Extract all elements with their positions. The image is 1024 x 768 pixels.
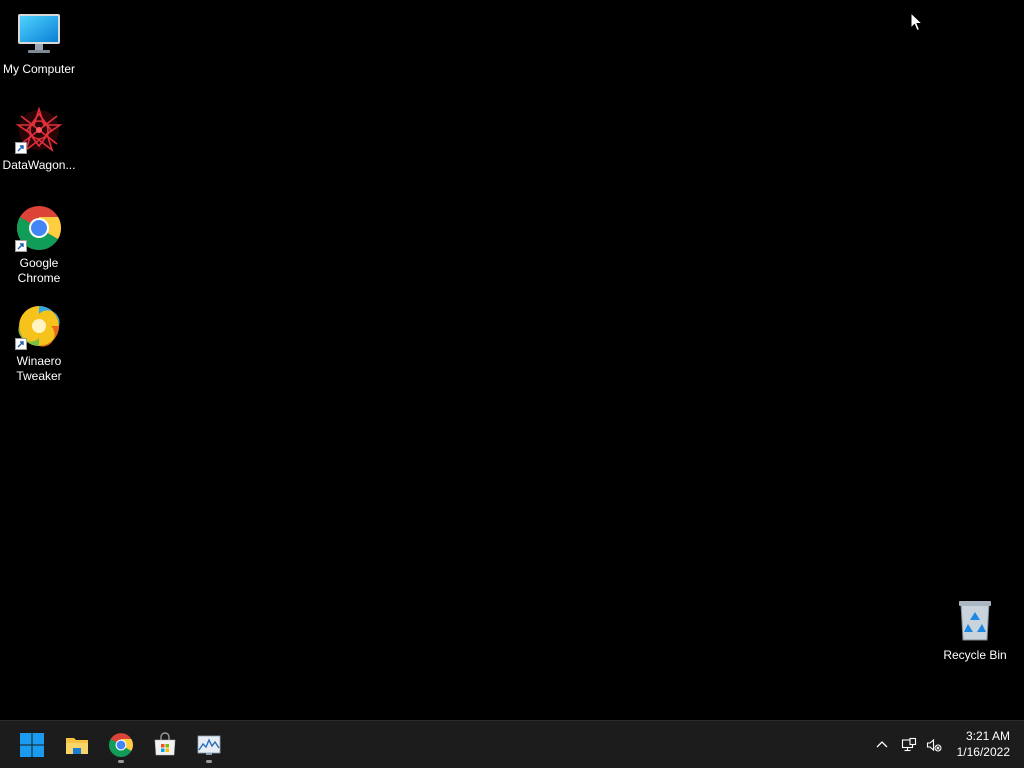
desktop-icon-my-computer[interactable]: My Computer — [0, 10, 78, 77]
monitor-icon — [15, 10, 63, 58]
desktop[interactable]: My Computer DataWagon... Google Chrome W… — [0, 0, 1024, 720]
file-explorer-button[interactable] — [59, 727, 95, 763]
desktop-icon-recycle-bin[interactable]: Recycle Bin — [936, 596, 1014, 663]
chrome-taskbar-button[interactable] — [103, 727, 139, 763]
volume-button[interactable] — [922, 733, 946, 757]
desktop-icon-winaero-tweaker[interactable]: Winaero Tweaker — [0, 302, 78, 384]
shortcut-arrow-icon — [15, 142, 27, 154]
running-indicator — [206, 760, 212, 763]
mouse-cursor-icon — [910, 11, 924, 32]
show-hidden-icons-button[interactable] — [870, 733, 894, 757]
start-button[interactable] — [14, 727, 50, 763]
running-indicator — [118, 760, 124, 763]
windows-start-icon — [19, 732, 45, 758]
network-button[interactable] — [897, 733, 921, 757]
icon-label: My Computer — [2, 62, 76, 76]
desktop-icon-google-chrome[interactable]: Google Chrome — [0, 204, 78, 286]
desktop-icon-datawagon[interactable]: DataWagon... — [0, 106, 78, 173]
chrome-icon — [108, 732, 134, 758]
chevron-up-icon — [874, 737, 890, 753]
volume-muted-icon — [926, 737, 942, 753]
folder-icon — [64, 732, 90, 758]
microsoft-store-button[interactable] — [147, 727, 183, 763]
shortcut-arrow-icon — [15, 240, 27, 252]
performance-monitor-button[interactable] — [191, 727, 227, 763]
perfmon-icon — [196, 732, 222, 758]
icon-label: Winaero Tweaker — [16, 354, 62, 383]
store-icon — [152, 732, 178, 758]
shortcut-arrow-icon — [15, 338, 27, 350]
icon-label: Google Chrome — [17, 256, 61, 285]
network-icon — [901, 737, 917, 753]
clock-time: 3:21 AM — [965, 729, 1010, 743]
recycle-bin-icon — [951, 596, 999, 644]
icon-label: Recycle Bin — [943, 648, 1007, 662]
clock-date: 1/16/2022 — [956, 745, 1010, 759]
icon-label: DataWagon... — [2, 158, 76, 172]
taskbar: 3:21 AM 1/16/2022 — [0, 720, 1024, 768]
clock[interactable]: 3:21 AM 1/16/2022 — [957, 728, 1010, 760]
